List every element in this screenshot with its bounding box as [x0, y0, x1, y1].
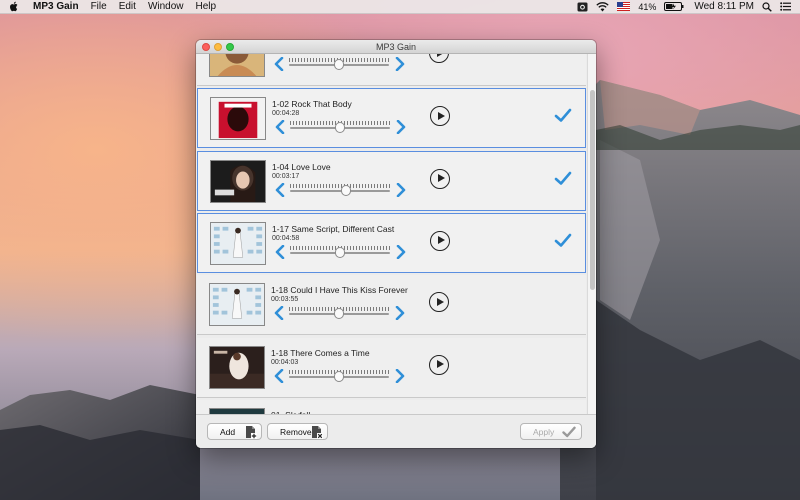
selected-check-icon [554, 233, 572, 247]
album-cover [210, 159, 266, 203]
menu-help[interactable]: Help [196, 1, 217, 12]
apple-icon[interactable] [9, 1, 23, 12]
track-row[interactable]: 1-18 There Comes a Time 00:04:03 [197, 337, 586, 398]
track-duration: 00:03:17 [272, 172, 300, 180]
apply-check-icon [562, 426, 576, 438]
gain-increase-chevron-right-icon[interactable] [395, 368, 405, 383]
slider-ticks [290, 183, 390, 188]
gain-slider[interactable] [289, 307, 389, 320]
scrollbar-knob[interactable] [590, 90, 595, 290]
gain-increase-chevron-right-icon[interactable] [396, 182, 406, 197]
window-footer: Add Remove Apply [196, 414, 596, 448]
mp3gain-window: MP3 Gain 1-02 Rock That Body 00:04:28 1-04… [196, 40, 596, 448]
minimize-button[interactable] [214, 43, 222, 51]
remove-button-label: Remove [280, 426, 312, 437]
gain-decrease-chevron-left-icon[interactable] [274, 57, 284, 71]
slider-rail [290, 189, 390, 192]
track-list[interactable]: 1-02 Rock That Body 00:04:28 1-04 Love Lov… [196, 54, 586, 448]
zoom-button[interactable] [226, 43, 234, 51]
gain-increase-chevron-right-icon[interactable] [395, 57, 405, 71]
menu-app-name[interactable]: MP3 Gain [33, 1, 79, 12]
gain-decrease-chevron-left-icon[interactable] [275, 244, 285, 259]
album-cover [210, 221, 266, 265]
battery-icon[interactable] [664, 2, 684, 11]
play-icon[interactable] [429, 292, 449, 313]
track-list-scrollbar[interactable] [587, 54, 596, 448]
gain-slider[interactable] [289, 369, 389, 382]
gain-increase-chevron-right-icon[interactable] [395, 306, 405, 321]
camera-icon[interactable] [577, 2, 588, 12]
slider-thumb[interactable] [334, 308, 344, 320]
track-row[interactable]: 1-18 Could I Have This Kiss Forever 00:03… [197, 275, 586, 336]
track-title: 1-18 Could I Have This Kiss Forever [271, 285, 408, 296]
slider-thumb[interactable] [334, 59, 344, 70]
gain-increase-chevron-right-icon[interactable] [396, 244, 406, 259]
menu-bar: MP3 Gain File Edit Window Help 41% Wed 8… [0, 0, 800, 14]
play-icon[interactable] [429, 354, 449, 375]
window-title: MP3 Gain [375, 42, 417, 52]
battery-percent: 41% [638, 1, 657, 12]
menu-file[interactable]: File [91, 1, 107, 12]
track-row[interactable]: 1-04 Love Love 00:03:17 [197, 150, 586, 211]
remove-file-icon [312, 426, 323, 439]
track-title: 1-02 Rock That Body [272, 99, 352, 110]
gain-decrease-chevron-left-icon[interactable] [275, 182, 285, 197]
play-icon[interactable] [430, 106, 450, 127]
gain-decrease-chevron-left-icon[interactable] [275, 120, 285, 135]
flag-icon[interactable] [617, 2, 631, 11]
play-icon[interactable] [430, 168, 450, 189]
album-cover [209, 345, 265, 389]
apply-button[interactable]: Apply [520, 423, 582, 440]
track-title: 1-04 Love Love [272, 161, 331, 172]
slider-thumb[interactable] [335, 122, 345, 134]
gain-increase-chevron-right-icon[interactable] [396, 120, 406, 135]
selected-check-icon [554, 108, 572, 123]
slider-thumb[interactable] [334, 370, 344, 382]
track-title: 1-18 There Comes a Time [271, 347, 370, 358]
wifi-icon[interactable] [596, 1, 609, 12]
album-cover [209, 54, 265, 77]
add-button-label: Add [220, 426, 236, 437]
track-duration: 00:04:03 [271, 358, 299, 366]
track-duration: 00:03:55 [271, 296, 299, 304]
track-duration: 00:04:58 [272, 234, 300, 242]
menu-clock[interactable]: Wed 8:11 PM [694, 1, 754, 12]
gain-decrease-chevron-left-icon[interactable] [274, 368, 284, 383]
window-titlebar[interactable]: MP3 Gain [196, 40, 596, 54]
spotlight-icon[interactable] [762, 1, 772, 12]
apply-button-label: Apply [533, 426, 555, 437]
gain-slider[interactable] [290, 183, 390, 196]
track-row[interactable]: 1-02 Rock That Body 00:04:28 [197, 88, 586, 149]
album-cover [209, 283, 265, 327]
track-duration: 00:04:28 [272, 110, 300, 118]
gain-slider[interactable] [290, 245, 390, 258]
album-cover [210, 97, 266, 141]
track-row[interactable] [197, 54, 586, 86]
selected-check-icon [554, 171, 572, 185]
remove-button[interactable]: Remove [267, 423, 328, 440]
add-button[interactable]: Add [207, 423, 262, 440]
track-row[interactable]: 1-17 Same Script, Different Cast 00:04:58 [197, 212, 586, 273]
play-icon[interactable] [430, 230, 450, 251]
add-file-icon [246, 426, 257, 439]
close-button[interactable] [202, 43, 210, 51]
gain-decrease-chevron-left-icon[interactable] [274, 306, 284, 321]
menu-window[interactable]: Window [148, 1, 184, 12]
gain-slider[interactable] [289, 58, 389, 70]
notification-center-icon[interactable] [780, 2, 791, 11]
play-icon[interactable] [429, 54, 449, 63]
menu-edit[interactable]: Edit [119, 1, 136, 12]
slider-thumb[interactable] [335, 246, 345, 258]
slider-thumb[interactable] [341, 184, 351, 196]
track-title: 1-17 Same Script, Different Cast [272, 223, 395, 234]
gain-slider[interactable] [290, 121, 390, 134]
